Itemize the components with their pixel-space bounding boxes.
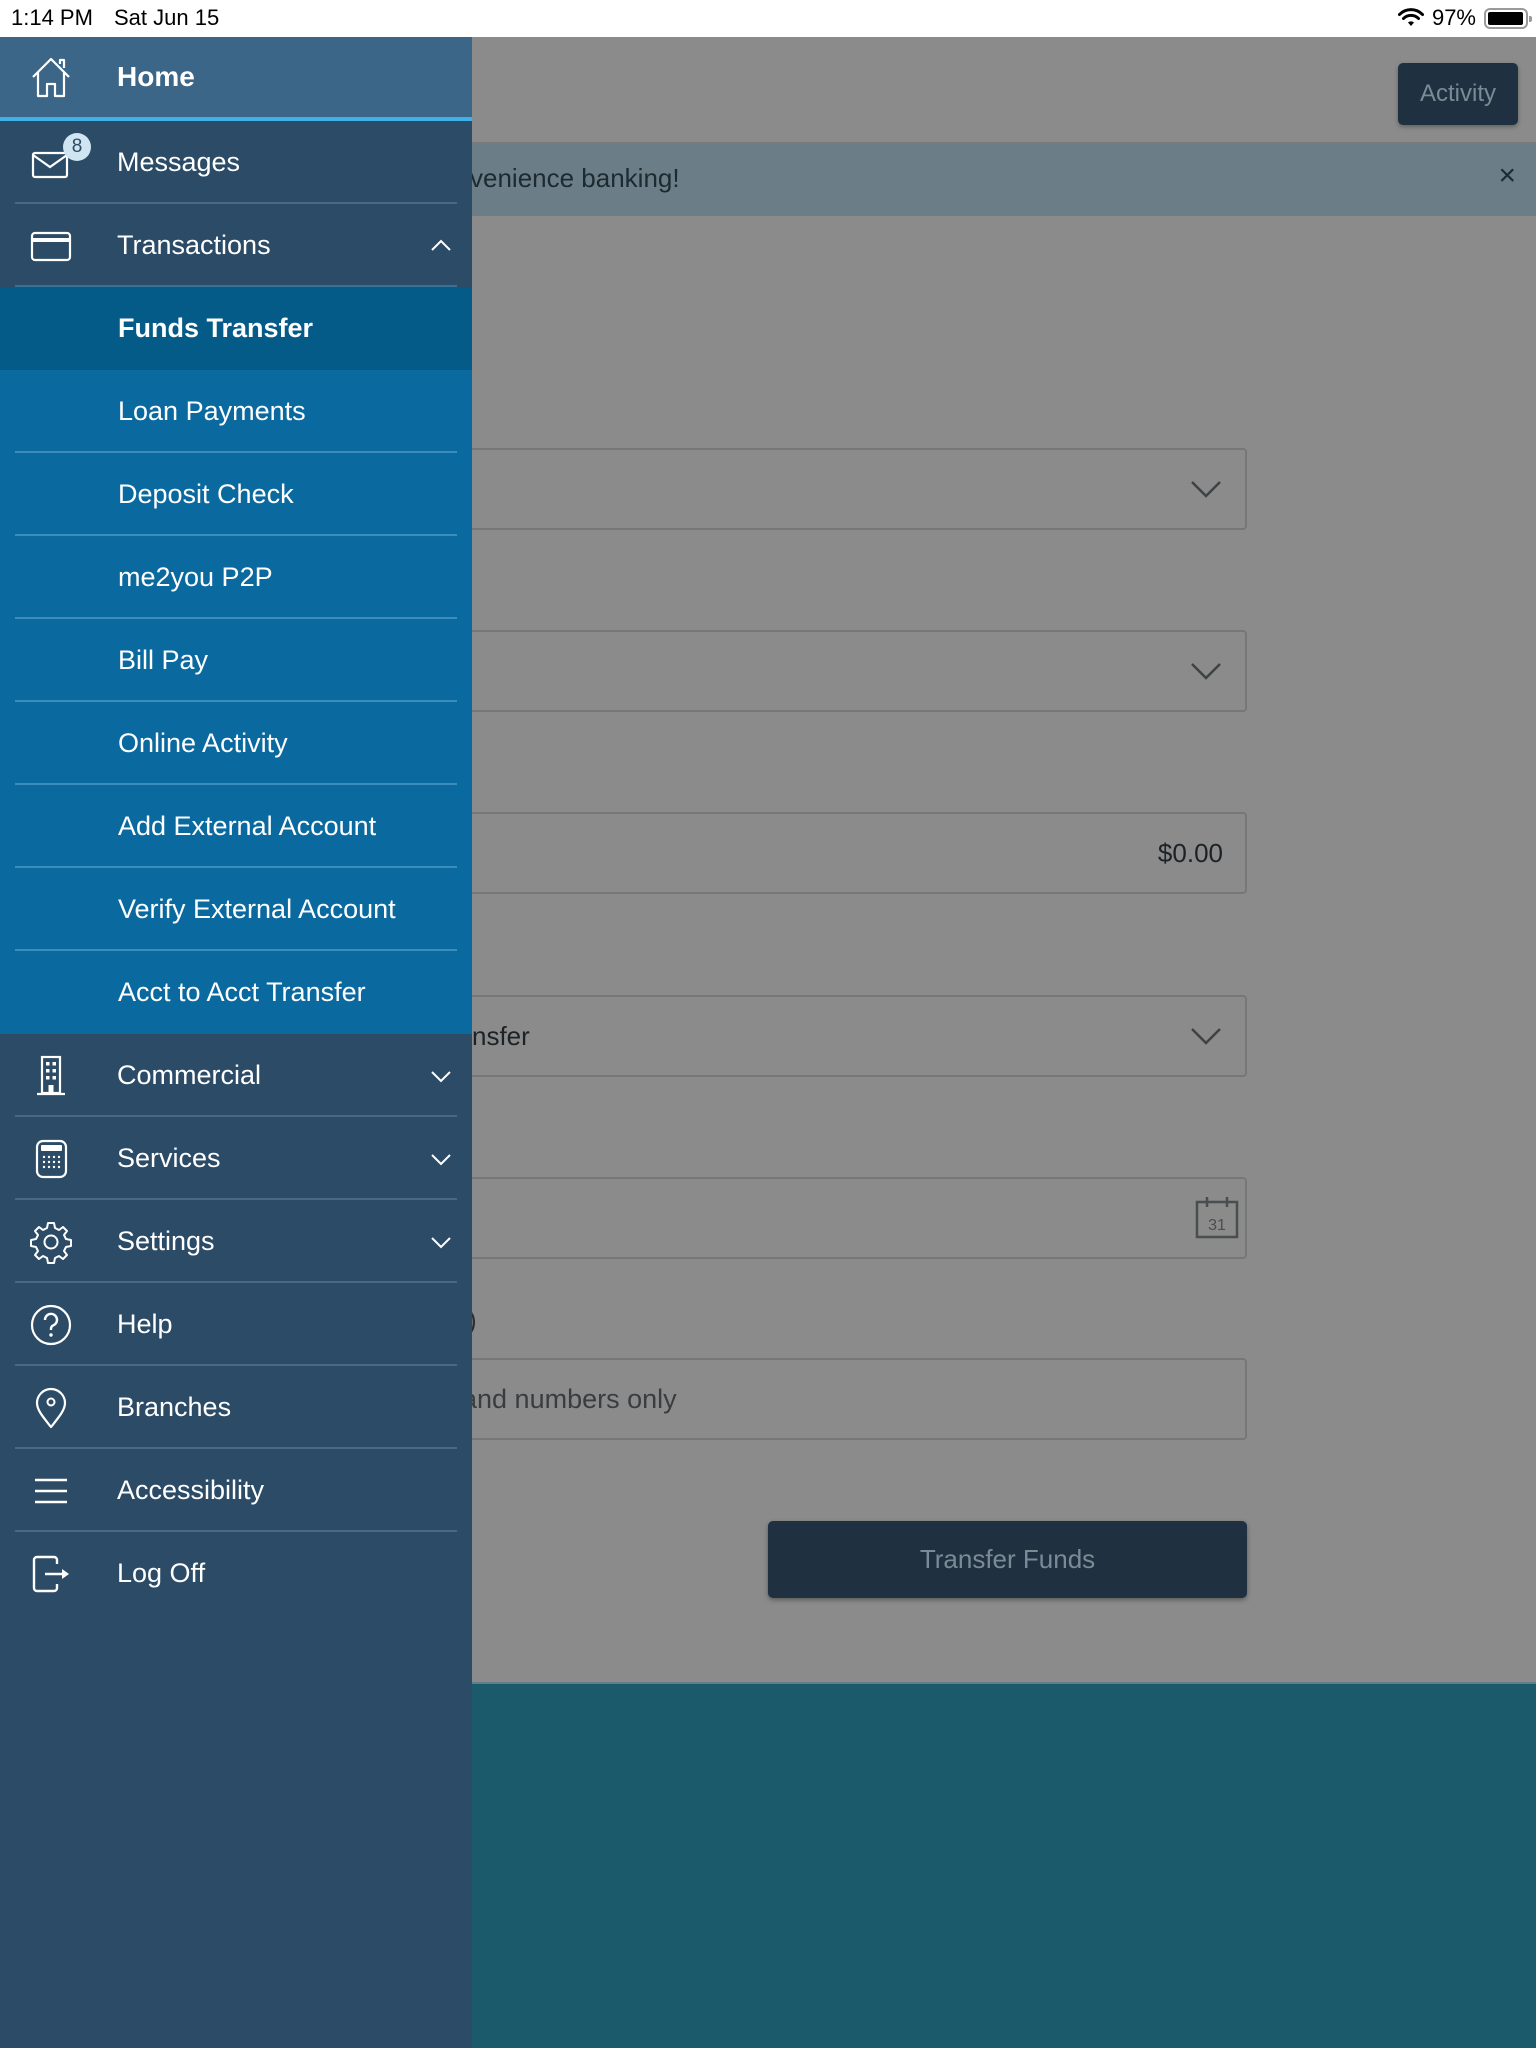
amount-value: $0.00: [1157, 838, 1223, 868]
wifi-icon: [1397, 8, 1424, 26]
submenu-item-add-external-account[interactable]: Add External Account: [0, 785, 472, 868]
transfer-funds-button[interactable]: Transfer Funds: [768, 1521, 1247, 1598]
sidebar-item-branches[interactable]: Branches: [0, 1366, 472, 1449]
transactions-submenu: Funds Transfer Loan Payments Deposit Che…: [0, 287, 472, 1034]
banner-message: venience banking!: [470, 163, 680, 193]
submenu-item-label: Funds Transfer: [118, 313, 314, 343]
sidebar-item-label: Messages: [117, 147, 241, 177]
submenu-item-me2you-p2p[interactable]: me2you P2P: [0, 536, 472, 619]
chevron-down-icon: [1191, 663, 1221, 680]
status-time: 1:14 PM: [11, 5, 93, 30]
frequency-value: nsfer: [472, 1021, 530, 1051]
chevron-down-icon: [1191, 481, 1221, 498]
submenu-item-label: Verify External Account: [118, 894, 396, 924]
banner-close-icon[interactable]: ×: [1498, 159, 1516, 193]
chevron-down-icon: [431, 1070, 451, 1082]
sidebar-item-label: Transactions: [117, 230, 271, 260]
sidebar-item-label: Settings: [117, 1226, 215, 1256]
sidebar-item-help[interactable]: Help: [0, 1283, 472, 1366]
sidebar-item-label: Commercial: [117, 1060, 262, 1090]
submenu-item-label: me2you P2P: [118, 562, 273, 592]
building-icon: [28, 1053, 74, 1099]
credit-card-icon: [28, 223, 74, 269]
question-circle-icon: [28, 1302, 74, 1348]
sidebar-item-services[interactable]: Services: [0, 1117, 472, 1200]
submenu-item-acct-to-acct-transfer[interactable]: Acct to Acct Transfer: [0, 951, 472, 1034]
submenu-item-online-activity[interactable]: Online Activity: [0, 702, 472, 785]
chevron-down-icon: [1191, 1028, 1221, 1045]
calendar-day: 31: [1208, 1217, 1226, 1234]
submenu-item-label: Add External Account: [118, 811, 377, 841]
sidebar-item-accessibility[interactable]: Accessibility: [0, 1449, 472, 1532]
battery-percent: 97%: [1431, 5, 1476, 30]
submenu-item-label: Deposit Check: [118, 479, 294, 509]
status-date: Sat Jun 15: [114, 5, 220, 30]
messages-badge: 8: [63, 133, 91, 161]
submenu-item-bill-pay[interactable]: Bill Pay: [0, 619, 472, 702]
sidebar-item-label: Branches: [117, 1392, 232, 1422]
sidebar-item-messages[interactable]: 8 Messages: [0, 121, 472, 204]
chevron-down-icon: [431, 1236, 451, 1248]
logout-icon: [28, 1551, 74, 1597]
submenu-item-label: Acct to Acct Transfer: [118, 977, 366, 1007]
sidebar-menu: Home 8 Messages Transactions Funds Trans…: [0, 37, 472, 2048]
sidebar-item-label: Accessibility: [117, 1475, 265, 1505]
home-icon: [28, 54, 74, 100]
menu-lines-icon: [28, 1468, 74, 1514]
sidebar-item-label: Log Off: [117, 1558, 206, 1588]
calendar-icon[interactable]: 31: [1195, 1195, 1239, 1239]
submenu-item-label: Bill Pay: [118, 645, 209, 675]
chevron-down-icon: [431, 1153, 451, 1165]
sidebar-item-label: Help: [117, 1309, 173, 1339]
battery-fill: [1488, 11, 1523, 25]
memo-placeholder: and numbers only: [462, 1384, 677, 1414]
sidebar-item-label: Home: [117, 61, 195, 92]
activity-button[interactable]: Activity: [1398, 63, 1518, 125]
submenu-item-verify-external-account[interactable]: Verify External Account: [0, 868, 472, 951]
submenu-item-loan-payments[interactable]: Loan Payments: [0, 370, 472, 453]
gear-icon: [28, 1219, 74, 1265]
sidebar-item-log-off[interactable]: Log Off: [0, 1532, 472, 1615]
sidebar-item-transactions[interactable]: Transactions: [0, 204, 472, 287]
submenu-item-label: Online Activity: [118, 728, 288, 758]
battery-icon: [1484, 7, 1532, 29]
sidebar-item-settings[interactable]: Settings: [0, 1200, 472, 1283]
submenu-item-label: Loan Payments: [118, 396, 306, 426]
sidebar-item-commercial[interactable]: Commercial: [0, 1034, 472, 1117]
chevron-up-icon: [431, 239, 451, 251]
map-pin-icon: [28, 1385, 74, 1431]
submenu-item-deposit-check[interactable]: Deposit Check: [0, 453, 472, 536]
submenu-item-funds-transfer[interactable]: Funds Transfer: [0, 287, 472, 370]
sidebar-item-label: Services: [117, 1143, 221, 1173]
status-bar: 1:14 PM Sat Jun 15 97%: [0, 0, 1536, 37]
calculator-icon: [28, 1136, 74, 1182]
status-right: 97%: [1397, 5, 1532, 31]
sidebar-item-home[interactable]: Home: [0, 37, 472, 121]
